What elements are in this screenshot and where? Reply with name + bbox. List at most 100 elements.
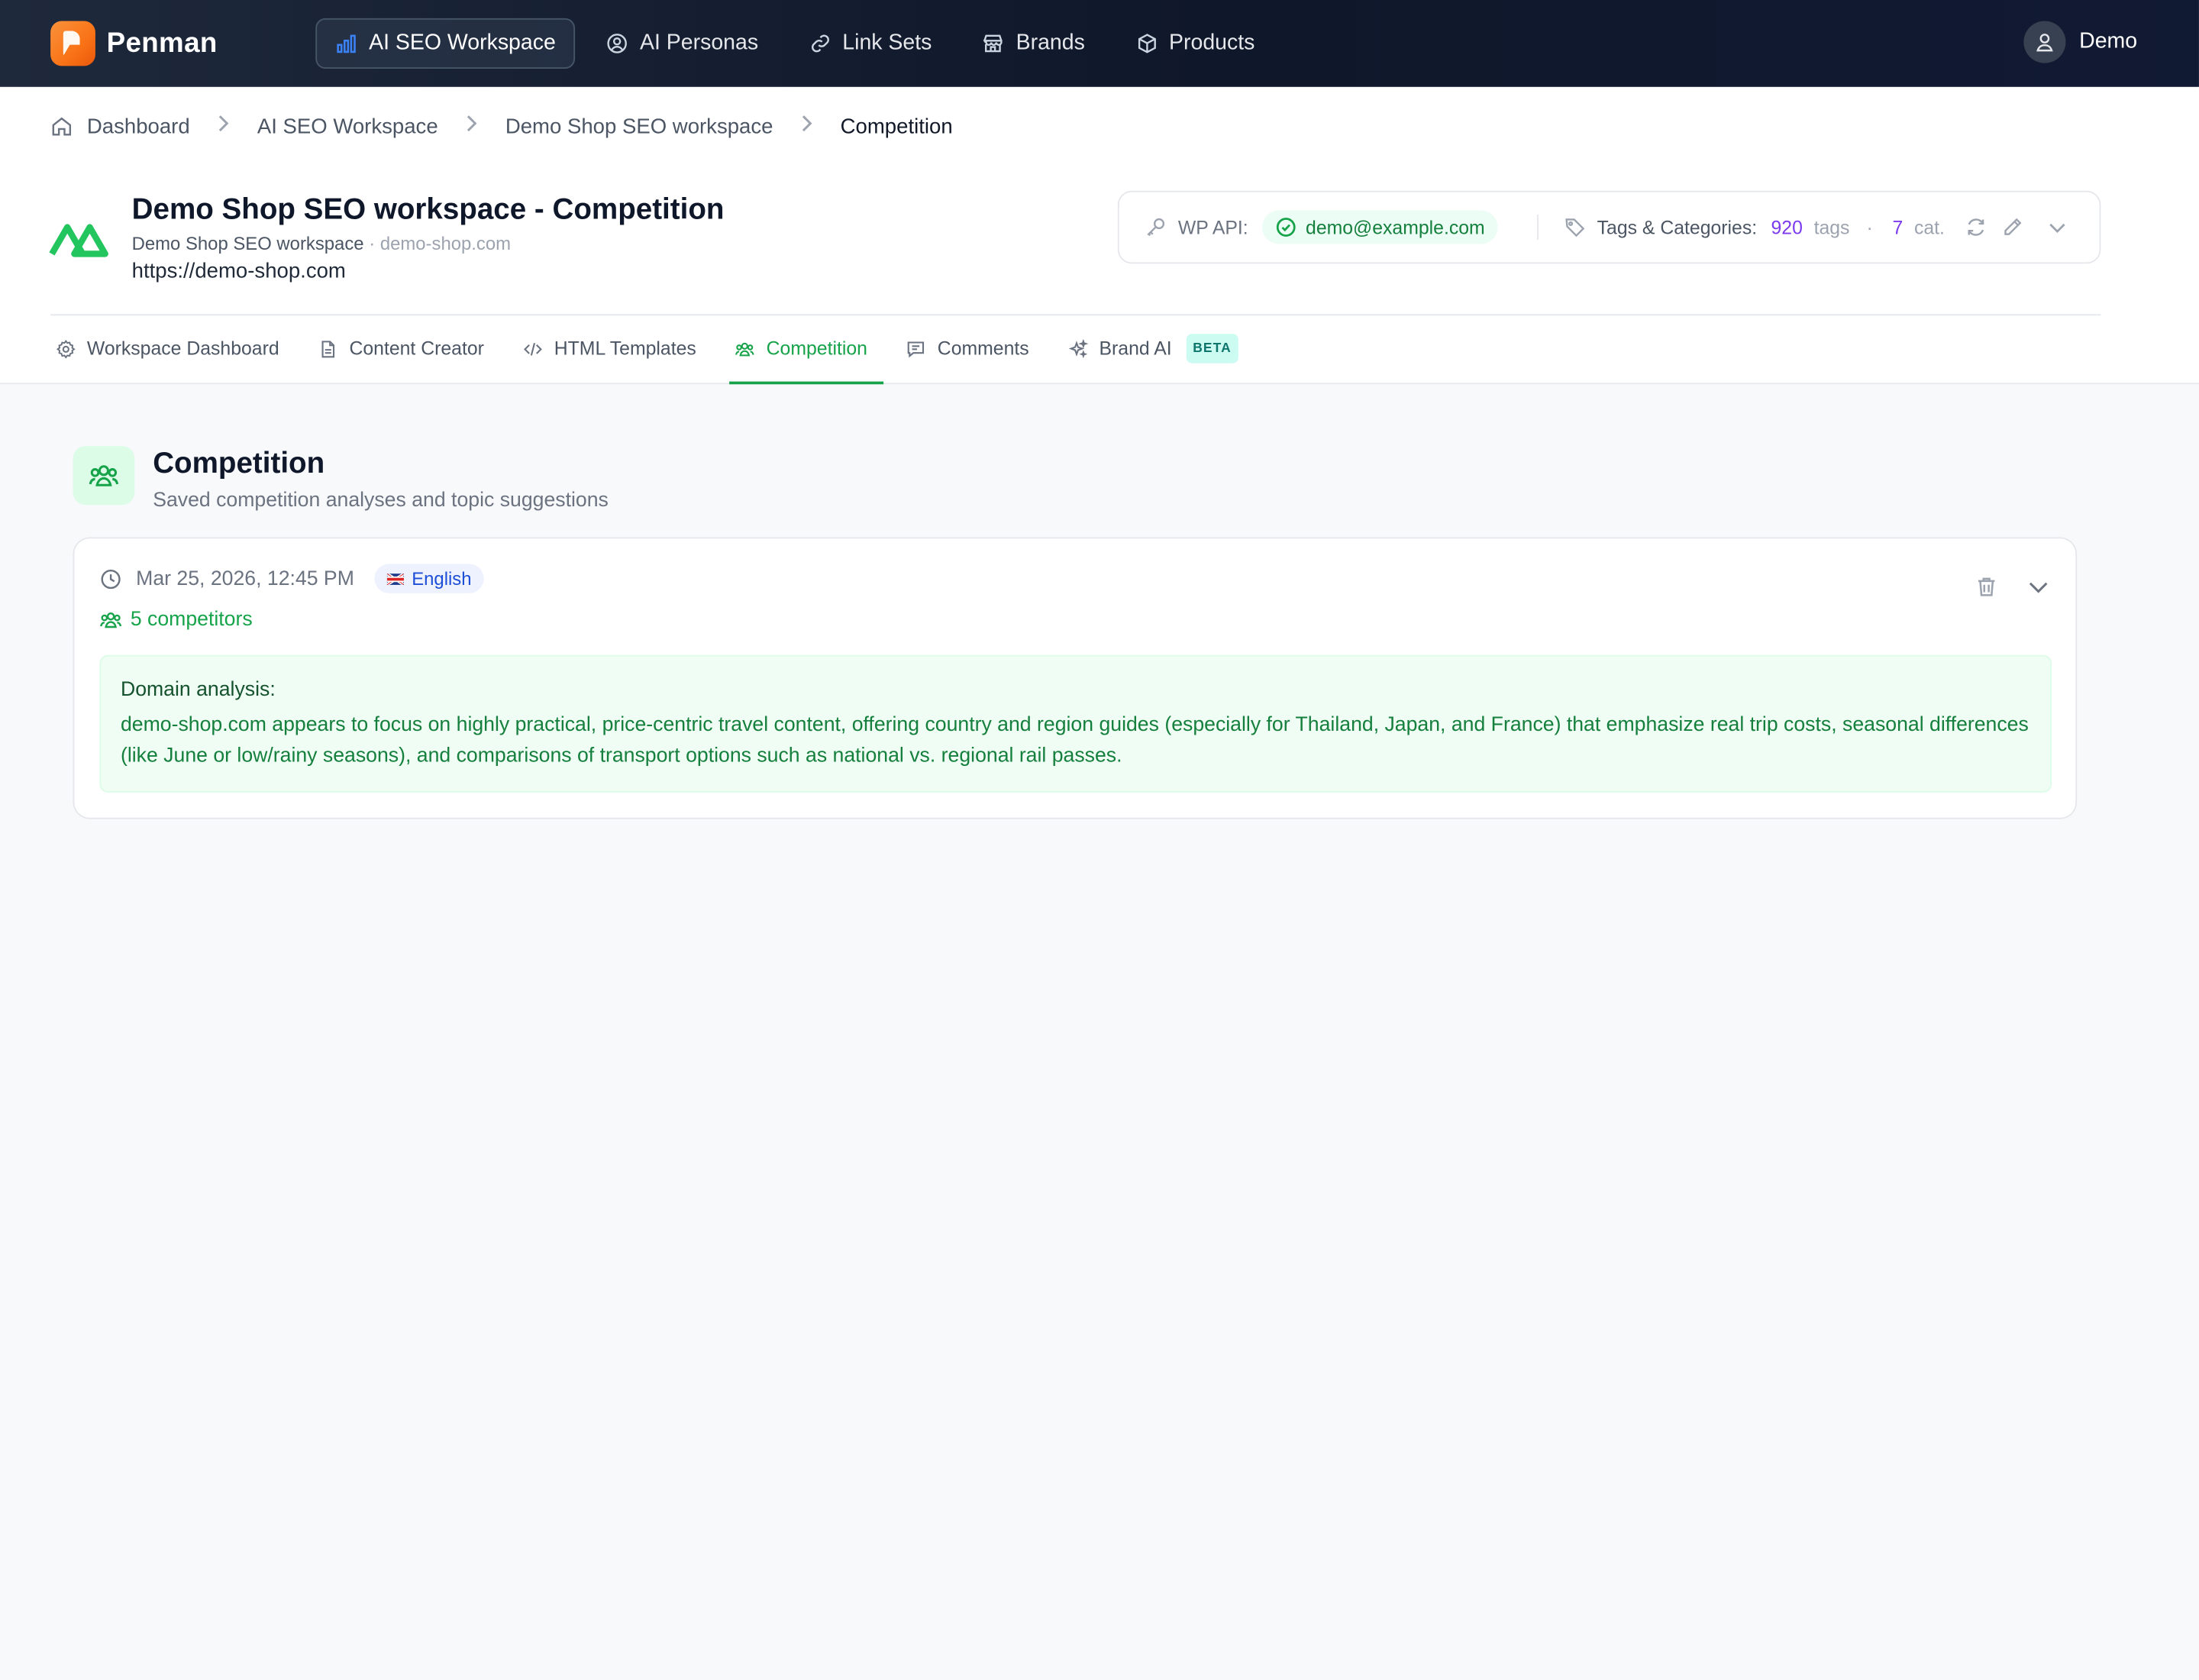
chevron-down-icon[interactable]	[2026, 575, 2050, 599]
tags-label: Tags & Categories:	[1597, 216, 1758, 238]
trash-icon[interactable]	[1975, 575, 1998, 599]
competitors-count[interactable]: 5 competitors	[99, 609, 253, 632]
wp-account: demo@example.com	[1306, 216, 1485, 238]
breadcrumb-demo-shop-workspace[interactable]: Demo Shop SEO workspace	[505, 115, 773, 138]
breadcrumb-label: AI SEO Workspace	[257, 114, 438, 138]
analysis-card[interactable]: Mar 25, 2026, 12:45 PM English 5 competi…	[73, 537, 2078, 819]
tab-workspace-dashboard[interactable]: Workspace Dashboard	[50, 315, 296, 384]
analysis-timestamp: Mar 25, 2026, 12:45 PM	[136, 567, 354, 590]
nav-link-sets[interactable]: Link Sets	[789, 18, 951, 69]
user-icon	[2036, 34, 2053, 52]
code-icon	[524, 342, 543, 355]
tags-categories: Tags & Categories: 920 tags · 7 cat.	[1564, 216, 1945, 238]
tab-label: Brand AI	[1099, 338, 1172, 360]
user-circle-icon	[607, 34, 628, 53]
chevron-right-icon	[212, 112, 234, 141]
analysis-meta: Mar 25, 2026, 12:45 PM English	[99, 564, 485, 593]
workspace-tabs: Workspace Dashboard Content Creator HTML…	[50, 315, 1272, 385]
tab-label: Competition	[766, 338, 867, 360]
breadcrumb: Dashboard AI SEO Workspace Demo Shop SEO…	[50, 112, 953, 141]
domain-analysis-text: demo-shop.com appears to focus on highly…	[120, 713, 2029, 767]
nav-ai-seo-workspace[interactable]: AI SEO Workspace	[315, 18, 576, 69]
breadcrumb-label: Competition	[840, 114, 953, 138]
wp-account-badge[interactable]: demo@example.com	[1262, 210, 1498, 244]
workspace-subtitle: Demo Shop SEO workspace · demo-shop.com	[131, 232, 512, 254]
avatar	[2023, 21, 2065, 63]
tags-unit: tags	[1813, 216, 1850, 238]
section-subtitle: Saved competition analyses and topic sug…	[153, 489, 609, 512]
nav-ai-personas[interactable]: AI Personas	[586, 18, 778, 69]
tab-label: Comments	[937, 338, 1029, 360]
app-name: Penman	[106, 27, 218, 59]
refresh-icon[interactable]	[1965, 216, 1987, 238]
categories-unit: cat.	[1913, 216, 1945, 238]
chevron-down-icon[interactable]	[2046, 216, 2068, 238]
workspace-info: Demo Shop SEO workspace - Competition De…	[47, 193, 724, 283]
gear-icon	[56, 339, 76, 358]
user-menu[interactable]: Demo	[2023, 21, 2137, 63]
bar-chart-icon	[337, 34, 356, 53]
nav-label: Link Sets	[842, 31, 932, 55]
nav-products[interactable]: Products	[1116, 18, 1274, 69]
pencil-icon[interactable]	[2000, 216, 2023, 238]
section-header: Competition Saved competition analyses a…	[73, 446, 609, 512]
breadcrumb-label: Demo Shop SEO workspace	[505, 114, 773, 138]
tags-count: 920	[1771, 216, 1803, 238]
workspace-logo-icon	[49, 224, 108, 257]
beta-badge: BETA	[1186, 334, 1239, 363]
box-icon	[1138, 34, 1156, 53]
separator-dot: ·	[1866, 216, 1873, 238]
workspace-name: Demo Shop SEO workspace	[131, 232, 364, 254]
tab-html-templates[interactable]: HTML Templates	[518, 315, 713, 384]
tab-competition[interactable]: Competition	[729, 315, 885, 385]
workspace-domain: demo-shop.com	[379, 232, 512, 254]
link-icon	[811, 34, 829, 53]
uk-flag-icon	[386, 573, 404, 584]
chevron-right-icon	[796, 112, 818, 141]
tab-label: Workspace Dashboard	[86, 338, 279, 360]
tab-content-creator[interactable]: Content Creator	[313, 315, 501, 384]
breadcrumb-ai-seo-workspace[interactable]: AI SEO Workspace	[257, 115, 438, 138]
breadcrumb-competition: Competition	[841, 115, 953, 138]
nav-brands[interactable]: Brands	[963, 18, 1105, 69]
workspace-header: Dashboard AI SEO Workspace Demo Shop SEO…	[0, 86, 2199, 385]
penman-logo-icon	[50, 21, 95, 66]
tab-label: HTML Templates	[554, 338, 696, 360]
page-title: Demo Shop SEO workspace - Competition	[131, 193, 725, 226]
wp-api-label: WP API:	[1145, 216, 1248, 238]
document-icon	[321, 340, 335, 357]
competition-badge	[73, 446, 135, 506]
home-icon	[52, 117, 72, 136]
chevron-right-icon	[460, 112, 483, 141]
wp-connection-panel: WP API: demo@example.com Tags & Categori…	[1117, 190, 2101, 264]
workspace-url[interactable]: https://demo-shop.com	[132, 260, 725, 283]
breadcrumb-dashboard[interactable]: Dashboard	[50, 115, 190, 138]
nav-label: Brands	[1016, 31, 1085, 55]
sparkles-icon	[1068, 338, 1088, 358]
users-icon	[89, 465, 119, 486]
check-circle-icon	[1276, 218, 1296, 237]
clock-icon	[101, 569, 121, 589]
tag-icon	[1564, 218, 1584, 237]
top-navbar: Penman AI SEO Workspace AI Personas Link…	[0, 0, 2199, 87]
language-label: English	[412, 567, 472, 590]
nav-label: AI Personas	[639, 31, 759, 55]
tab-brand-ai[interactable]: Brand AI BETA	[1063, 315, 1255, 384]
breadcrumb-label: Dashboard	[86, 114, 190, 138]
comment-icon	[908, 341, 925, 357]
app-logo[interactable]: Penman	[50, 21, 218, 66]
key-icon	[1147, 218, 1165, 237]
domain-analysis: Domain analysis: demo-shop.com appears t…	[99, 654, 2052, 793]
competitors-label: 5 competitors	[130, 609, 253, 632]
store-icon	[983, 34, 1003, 53]
nav-label: Products	[1169, 31, 1255, 55]
categories-count: 7	[1892, 216, 1904, 238]
users-icon	[735, 341, 755, 356]
domain-analysis-title: Domain analysis:	[120, 678, 276, 702]
user-name: Demo	[2079, 29, 2138, 53]
tab-comments[interactable]: Comments	[901, 315, 1046, 384]
language-badge: English	[373, 564, 485, 593]
nav-label: AI SEO Workspace	[369, 31, 556, 55]
section-title: Competition	[153, 447, 325, 480]
tab-label: Content Creator	[349, 338, 484, 360]
